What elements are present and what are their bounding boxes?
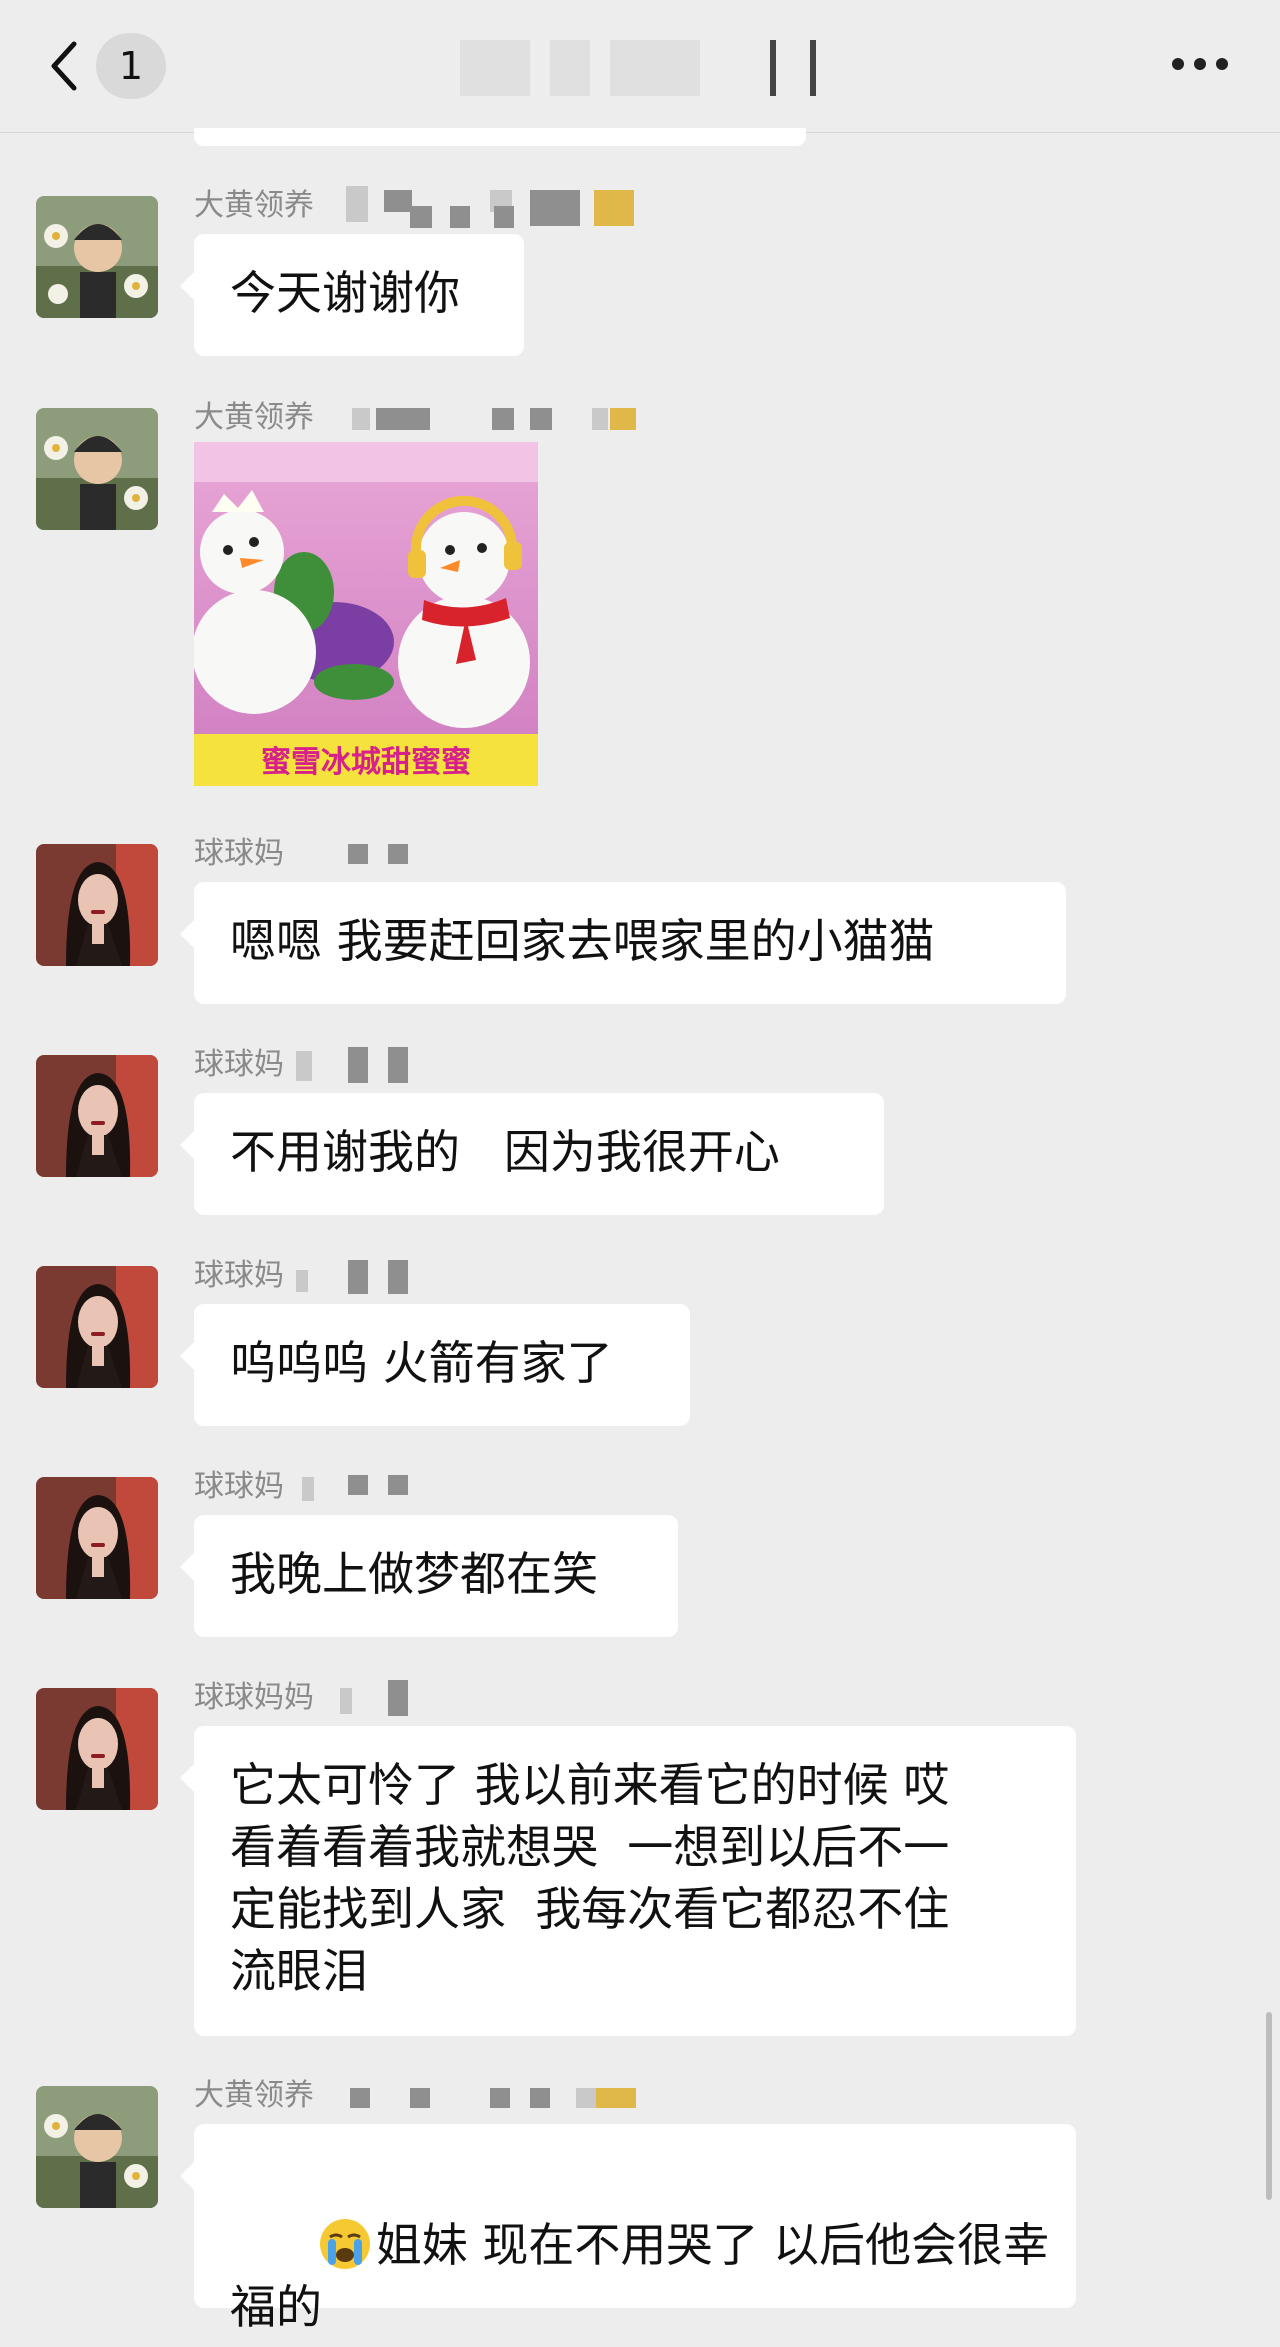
message-line: 它太可怜了 我以前来看它的时候 哎 bbox=[230, 1758, 950, 1812]
message-line: 姐妹 现在不用哭了 以后他会很幸 bbox=[230, 2152, 1049, 2276]
back-arrow-icon[interactable] bbox=[40, 34, 90, 98]
sender-name: 球球妈妈 bbox=[194, 1680, 314, 1715]
message-bubble[interactable]: 嗯嗯 我要赶回家去喂家里的小猫猫 bbox=[180, 882, 1066, 1004]
sender-name: 球球妈 bbox=[194, 836, 284, 871]
unread-count-badge[interactable]: 1 bbox=[96, 33, 166, 99]
message-line: 定能找到人家 我每次看它都忍不住 bbox=[230, 1882, 950, 1936]
message-line: 流眼泪 bbox=[230, 1944, 368, 1998]
more-options-icon[interactable] bbox=[1172, 56, 1228, 74]
sender-name: 大黄领养 bbox=[194, 188, 314, 223]
message-line: 福的 bbox=[230, 2280, 322, 2334]
sender-name: 大黄领养 bbox=[194, 400, 314, 435]
message-bubble[interactable]: 不用谢我的 因为我很开心 bbox=[180, 1093, 884, 1215]
message-bubble[interactable]: 今天谢谢你 bbox=[180, 234, 524, 356]
crying-face-icon bbox=[319, 2219, 370, 2269]
sender-name: 大黄领养 bbox=[194, 2078, 314, 2113]
avatar[interactable] bbox=[36, 408, 158, 530]
message-bubble[interactable]: 呜呜呜 火箭有家了 bbox=[180, 1304, 690, 1426]
message-bubble[interactable]: 姐妹 现在不用哭了 以后他会很幸 福的 bbox=[180, 2124, 1076, 2334]
scrollbar[interactable] bbox=[1266, 2012, 1272, 2200]
sticker-caption: 蜜雪冰城甜蜜蜜 bbox=[261, 745, 471, 780]
message-bubble[interactable]: 我晚上做梦都在笑 bbox=[180, 1515, 678, 1637]
avatar[interactable] bbox=[36, 844, 158, 966]
chat-title-redacted bbox=[440, 40, 840, 96]
avatar[interactable] bbox=[36, 1055, 158, 1177]
avatar[interactable] bbox=[36, 1266, 158, 1388]
chat-header: 1 bbox=[0, 0, 1280, 133]
avatar[interactable] bbox=[36, 2086, 158, 2208]
message-bubble[interactable]: 它太可怜了 我以前来看它的时候 哎 看着看着我就想哭 一想到以后不一 定能找到人… bbox=[180, 1726, 1076, 2036]
sticker-image[interactable]: 蜜雪冰城甜蜜蜜 bbox=[194, 442, 538, 786]
previous-message-bubble bbox=[194, 128, 806, 146]
avatar[interactable] bbox=[36, 196, 158, 318]
sender-name: 球球妈 bbox=[194, 1469, 284, 1504]
avatar[interactable] bbox=[36, 1688, 158, 1810]
avatar[interactable] bbox=[36, 1477, 158, 1599]
sender-name: 球球妈 bbox=[194, 1047, 284, 1082]
sender-name: 球球妈 bbox=[194, 1258, 284, 1293]
message-line: 看着看着我就想哭 一想到以后不一 bbox=[230, 1820, 950, 1874]
